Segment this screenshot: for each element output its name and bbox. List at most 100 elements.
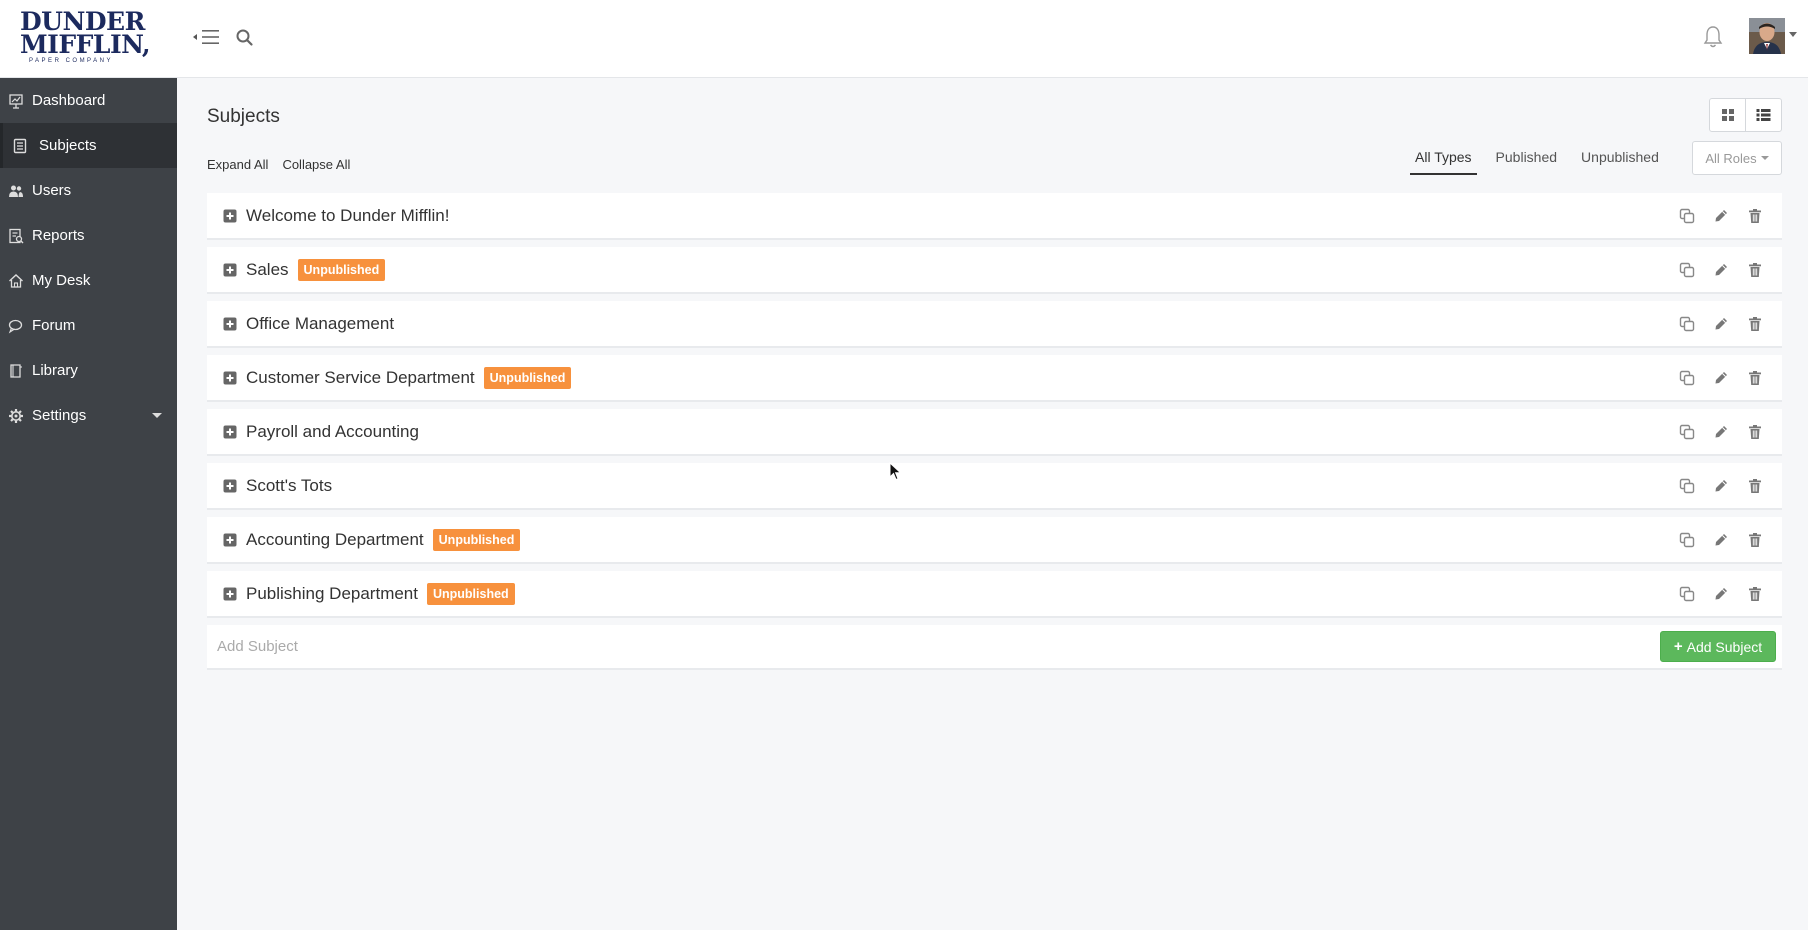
subject-row[interactable]: Welcome to Dunder Mifflin! [207, 193, 1782, 240]
subject-name[interactable]: Accounting Department [246, 530, 424, 550]
subject-row[interactable]: Sales Unpublished [207, 247, 1782, 294]
copy-icon[interactable] [1678, 477, 1696, 495]
trash-icon[interactable] [1746, 369, 1764, 387]
page-title: Subjects [207, 106, 280, 127]
dunder-mifflin-logo[interactable]: DUNDER MIFFLIN, PAPER COMPANY [20, 9, 151, 64]
library-icon [7, 362, 25, 380]
collapse-all-link[interactable]: Collapse All [282, 157, 350, 172]
expand-plus-icon[interactable] [223, 479, 237, 493]
sidebar-item-label: Forum [32, 317, 76, 334]
reports-icon [7, 227, 25, 245]
subject-name[interactable]: Welcome to Dunder Mifflin! [246, 206, 449, 226]
sidebar-item-users[interactable]: Users [0, 168, 177, 213]
users-icon [7, 182, 25, 200]
filter-tab-unpublished[interactable]: Unpublished [1576, 141, 1664, 175]
row-actions [1678, 207, 1764, 225]
expand-plus-icon[interactable] [223, 371, 237, 385]
copy-icon[interactable] [1678, 369, 1696, 387]
edit-pencil-icon[interactable] [1712, 261, 1730, 279]
add-subject-input[interactable] [217, 638, 1417, 655]
mouse-cursor-icon [889, 461, 903, 482]
subject-row[interactable]: Publishing Department Unpublished [207, 571, 1782, 618]
trash-icon[interactable] [1746, 531, 1764, 549]
sidebar-item-label: Users [32, 182, 72, 199]
row-actions [1678, 315, 1764, 333]
trash-icon[interactable] [1746, 207, 1764, 225]
expand-all-link[interactable]: Expand All [207, 157, 268, 172]
list-view-icon[interactable] [1745, 99, 1781, 131]
row-actions [1678, 423, 1764, 441]
grid-view-icon[interactable] [1710, 99, 1745, 131]
copy-icon[interactable] [1678, 423, 1696, 441]
subject-name[interactable]: Publishing Department [246, 584, 418, 604]
edit-pencil-icon[interactable] [1712, 531, 1730, 549]
edit-pencil-icon[interactable] [1712, 207, 1730, 225]
trash-icon[interactable] [1746, 261, 1764, 279]
copy-icon[interactable] [1678, 261, 1696, 279]
chevron-down-icon [152, 413, 162, 418]
edit-pencil-icon[interactable] [1712, 315, 1730, 333]
trash-icon[interactable] [1746, 423, 1764, 441]
subject-row[interactable]: Scott's Tots [207, 463, 1782, 510]
type-filter-tabs: All Types Published Unpublished [1410, 141, 1678, 175]
subjects-icon [11, 137, 29, 155]
edit-pencil-icon[interactable] [1712, 585, 1730, 603]
copy-icon[interactable] [1678, 585, 1696, 603]
edit-pencil-icon[interactable] [1712, 369, 1730, 387]
expand-plus-icon[interactable] [223, 263, 237, 277]
sidebar-item-label: Library [32, 362, 78, 379]
user-menu-caret-icon[interactable] [1789, 32, 1797, 37]
edit-pencil-icon[interactable] [1712, 423, 1730, 441]
user-avatar[interactable] [1749, 18, 1785, 54]
sidebar-item-library[interactable]: Library [0, 348, 177, 393]
copy-icon[interactable] [1678, 207, 1696, 225]
subject-name[interactable]: Payroll and Accounting [246, 422, 419, 442]
subject-row[interactable]: Accounting Department Unpublished [207, 517, 1782, 564]
filter-tab-all-types[interactable]: All Types [1410, 141, 1477, 175]
expand-plus-icon[interactable] [223, 425, 237, 439]
subject-row[interactable]: Payroll and Accounting [207, 409, 1782, 456]
add-subject-button-label: Add Subject [1686, 638, 1763, 655]
subject-row[interactable]: Office Management [207, 301, 1782, 348]
subject-name[interactable]: Sales [246, 260, 289, 280]
copy-icon[interactable] [1678, 531, 1696, 549]
notifications-bell-icon[interactable] [1702, 24, 1724, 50]
subject-name[interactable]: Scott's Tots [246, 476, 332, 496]
sidebar-item-forum[interactable]: Forum [0, 303, 177, 348]
sidebar-item-label: My Desk [32, 272, 91, 289]
subject-name[interactable]: Office Management [246, 314, 394, 334]
expand-plus-icon[interactable] [223, 209, 237, 223]
unpublished-badge: Unpublished [432, 528, 521, 551]
row-actions [1678, 585, 1764, 603]
subject-row[interactable]: Customer Service Department Unpublished [207, 355, 1782, 402]
filter-tab-published[interactable]: Published [1491, 141, 1563, 175]
edit-pencil-icon[interactable] [1712, 477, 1730, 495]
sidebar-item-settings[interactable]: Settings [0, 393, 177, 438]
sidebar-item-label: Settings [32, 407, 87, 424]
sidebar: Dashboard Subjects Users Reports My Desk… [0, 78, 177, 930]
expand-plus-icon[interactable] [223, 587, 237, 601]
sidebar-item-dashboard[interactable]: Dashboard [0, 78, 177, 123]
expand-plus-icon[interactable] [223, 533, 237, 547]
forum-icon [7, 317, 25, 335]
subject-name[interactable]: Customer Service Department [246, 368, 475, 388]
trash-icon[interactable] [1746, 585, 1764, 603]
add-subject-button[interactable]: + Add Subject [1660, 631, 1776, 662]
search-icon[interactable] [235, 26, 255, 48]
top-bar: DUNDER MIFFLIN, PAPER COMPANY [0, 0, 1808, 78]
sidebar-item-subjects[interactable]: Subjects [0, 123, 177, 168]
sidebar-item-reports[interactable]: Reports [0, 213, 177, 258]
trash-icon[interactable] [1746, 315, 1764, 333]
roles-dropdown[interactable]: All Roles [1692, 141, 1782, 175]
unpublished-badge: Unpublished [426, 582, 515, 605]
sidebar-toggle-icon[interactable] [193, 26, 225, 48]
subject-list: Welcome to Dunder Mifflin! Sales Unpubli… [207, 193, 1782, 670]
sidebar-item-label: Dashboard [32, 92, 106, 109]
expand-plus-icon[interactable] [223, 317, 237, 331]
sidebar-item-my-desk[interactable]: My Desk [0, 258, 177, 303]
trash-icon[interactable] [1746, 477, 1764, 495]
expand-collapse-links: Expand All Collapse All [207, 157, 350, 172]
plus-icon: + [1673, 638, 1683, 655]
copy-icon[interactable] [1678, 315, 1696, 333]
gear-icon [7, 407, 25, 425]
